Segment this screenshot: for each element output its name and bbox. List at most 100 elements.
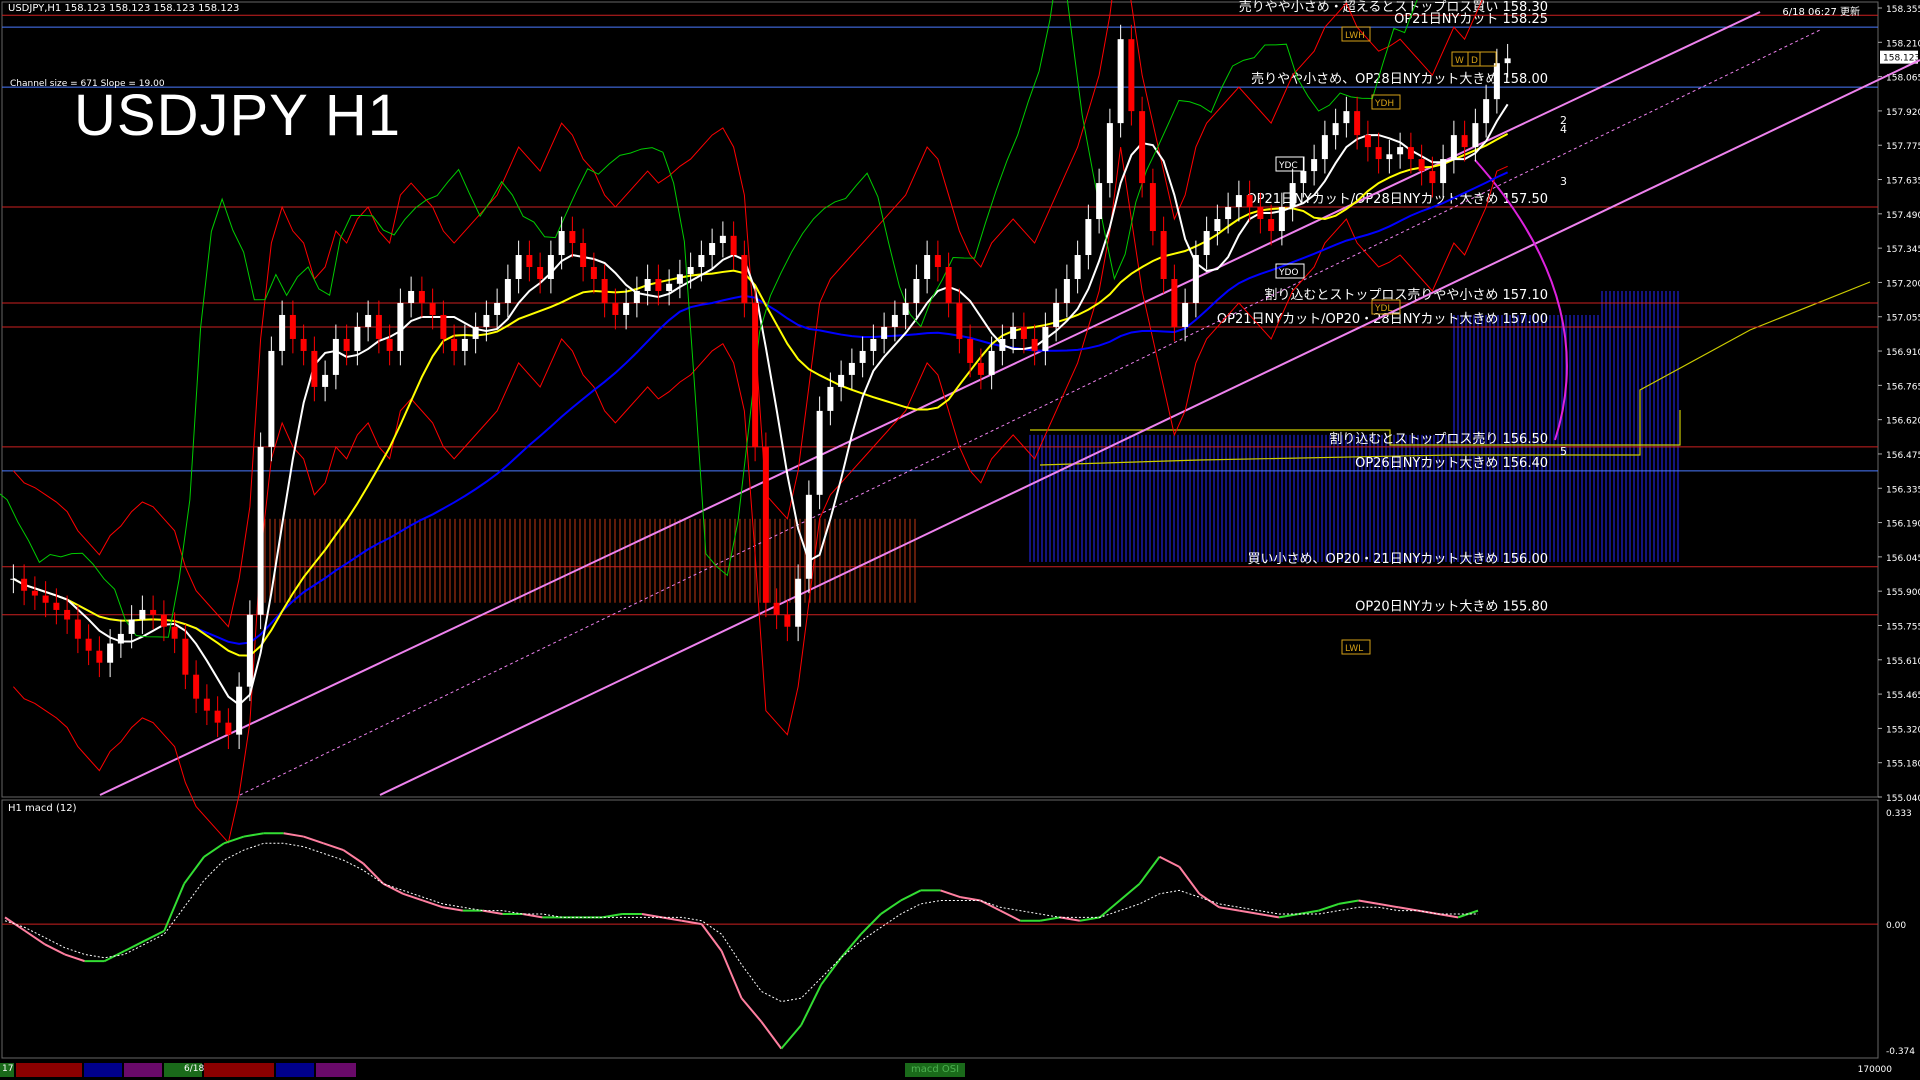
y-tick-label: 155.320 [1886, 725, 1920, 735]
macd-line-segment [342, 849, 364, 865]
y-tick-label: 155.040 [1886, 794, 1920, 804]
candle-body [848, 362, 855, 375]
bottom-segment [204, 1063, 274, 1077]
price-level-label: OP26日NYカット大きめ 156.40 [1355, 456, 1548, 471]
candle-body [1354, 111, 1361, 136]
y-tick-label: 156.045 [1886, 554, 1920, 564]
candle-body [483, 314, 490, 327]
candle-body [1418, 159, 1425, 172]
macd-line-segment [522, 913, 543, 919]
macd-line-segment [303, 835, 324, 845]
level-box-label: LWL [1345, 644, 1363, 654]
candle-body [881, 326, 888, 339]
candle-body [698, 255, 705, 268]
price-level-label: 買い小さめ、OP20・21日NYカット大きめ 156.00 [1248, 552, 1548, 567]
macd-line-segment [641, 913, 663, 919]
y-tick-label: 156.765 [1886, 382, 1920, 392]
y-tick-label: 156.910 [1886, 348, 1920, 358]
bottom-segment [276, 1063, 314, 1077]
candle-body [279, 314, 286, 351]
symbol-ohlc-header: USDJPY,H1 158.123 158.123 158.123 158.12… [8, 3, 240, 14]
macd-line-segment [1358, 899, 1379, 905]
candle-body [429, 302, 436, 315]
candle-body [1257, 207, 1264, 220]
y-tick-label: 155.465 [1886, 691, 1920, 701]
candle-body [762, 446, 769, 603]
candle-body [343, 338, 350, 351]
candle-body [633, 290, 640, 303]
price-level-label: 割り込むとストップロス売りやや小さめ 157.10 [1264, 287, 1548, 303]
macd-panel: 0.333 0.00 -0.374 [2, 809, 1915, 1057]
macd-line-segment [223, 835, 245, 845]
candle-body [795, 578, 802, 627]
candle-body [526, 255, 533, 268]
macd-line-segment [1059, 916, 1081, 922]
candle-body [10, 578, 17, 580]
macd-line-segment [820, 957, 842, 986]
macd-line-segment [940, 889, 961, 899]
candle-body [666, 283, 673, 291]
candle-body [1085, 219, 1092, 256]
candle-body [1483, 99, 1490, 124]
candle-body [1235, 195, 1242, 208]
candle-body [1074, 255, 1081, 279]
macd-line-segment [661, 916, 682, 922]
candle-body [257, 446, 264, 615]
candle-body [128, 619, 135, 634]
candle-body [494, 302, 501, 315]
macd-line-segment [183, 856, 205, 885]
candle-body [655, 278, 662, 291]
candle-body [408, 290, 415, 303]
candle-body [730, 235, 737, 256]
macd-line-segment [1278, 913, 1300, 919]
candle-body [1429, 171, 1436, 184]
candle-body [74, 619, 81, 639]
candle-body [268, 350, 275, 447]
candle-body [1053, 302, 1060, 327]
level-box-label: LWH [1345, 31, 1365, 41]
candle-body [21, 578, 28, 591]
y-tick-label: 156.190 [1886, 520, 1920, 530]
candle-body [1289, 183, 1296, 208]
macd-line-segment [442, 906, 463, 912]
candle-body [580, 243, 587, 268]
y-tick-label: 155.180 [1886, 760, 1920, 770]
macd-signal-line [4, 842, 1478, 1003]
macd-line-segment [1398, 906, 1419, 912]
macd-line-segment [402, 892, 424, 902]
candle-body [1268, 219, 1275, 232]
macd-line-segment [1219, 906, 1240, 912]
macd-line-segment [1318, 902, 1339, 912]
candle-body [375, 314, 382, 339]
macd-line-segment [1138, 856, 1161, 885]
macd-line-segment [1099, 899, 1121, 919]
macd-line-segment [362, 862, 384, 885]
candle-body [1386, 154, 1393, 160]
macd-osi-button[interactable]: macd OSI [905, 1063, 965, 1077]
candle-body [160, 614, 167, 627]
candle-body [1117, 39, 1124, 124]
candle-body [1461, 135, 1468, 148]
macd-line-segment [979, 899, 1001, 912]
macd-line-segment [1298, 909, 1319, 915]
candle-body [870, 338, 877, 351]
macd-tick-label: -0.374 [1886, 1047, 1915, 1057]
candle-body [53, 602, 60, 610]
candle-body [515, 255, 522, 279]
y-tick-label: 157.490 [1886, 211, 1920, 221]
candle-body [709, 243, 716, 256]
macd-line-segment [840, 933, 862, 959]
candle-body [934, 255, 941, 268]
candle-body [150, 609, 157, 615]
macd-line-segment [1039, 916, 1061, 922]
y-tick-label: 157.775 [1886, 142, 1920, 152]
macd-line-segment [1238, 909, 1260, 915]
candle-body [1278, 207, 1285, 232]
macd-line-segment [780, 1024, 802, 1050]
candle-body [719, 235, 726, 244]
candle-body [1063, 278, 1070, 303]
candle-body [1020, 326, 1027, 339]
candle-body [96, 650, 103, 663]
level-box-label: YDL [1374, 304, 1392, 314]
candle-body [547, 255, 554, 279]
